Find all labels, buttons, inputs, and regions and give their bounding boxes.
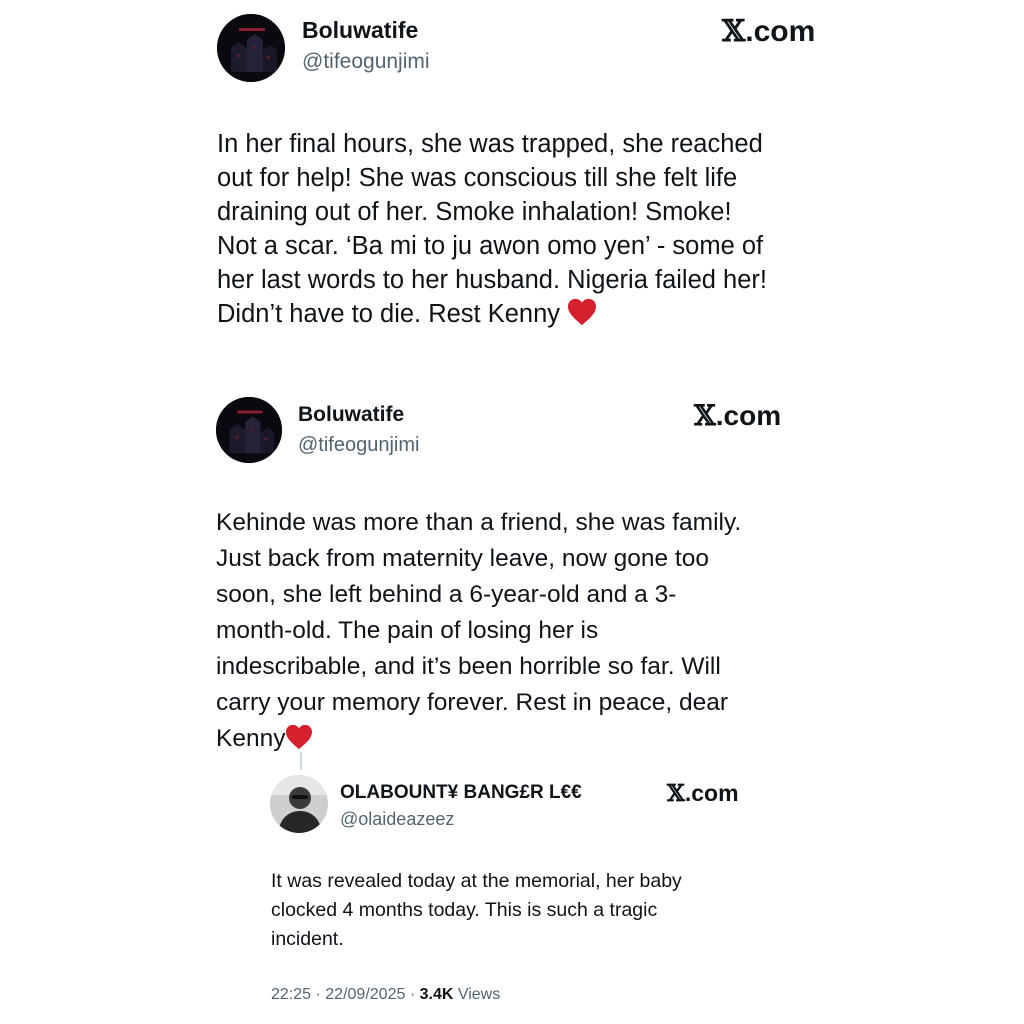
thread-connector xyxy=(300,752,302,770)
avatar[interactable] xyxy=(270,775,328,833)
grayscale-person-avatar-icon xyxy=(270,775,328,833)
author-handle[interactable]: @tifeogunjimi xyxy=(302,50,430,74)
dark-city-avatar-icon xyxy=(217,14,285,82)
source-domain: .com xyxy=(745,15,816,48)
author-handle[interactable]: @olaideazeez xyxy=(340,809,454,830)
tweet-time[interactable]: 22:25 xyxy=(271,986,311,1003)
author-name[interactable]: OLABOUNT¥ BANG£R L€€ xyxy=(340,782,582,804)
separator: · xyxy=(409,986,416,1003)
x-source-link[interactable]: 𝕏.com xyxy=(694,399,781,432)
x-logo-icon: 𝕏 xyxy=(667,780,685,807)
tweet-date[interactable]: 22/09/2025 xyxy=(325,986,405,1003)
views-count: 3.4K xyxy=(419,986,454,1003)
views-label: Views xyxy=(457,986,501,1003)
red-heart-icon xyxy=(568,298,597,326)
author-name[interactable]: Boluwatife xyxy=(302,17,418,44)
avatar[interactable] xyxy=(216,397,282,463)
x-source-link[interactable]: 𝕏.com xyxy=(722,14,815,49)
source-domain: .com xyxy=(715,400,782,431)
x-source-link[interactable]: 𝕏.com xyxy=(667,780,739,807)
separator: · xyxy=(315,986,321,1003)
tweet-metadata: 22:25 · 22/09/2025 · 3.4K Views xyxy=(271,986,500,1004)
tweet-text-content: Kehinde was more than a friend, she was … xyxy=(216,509,742,752)
author-handle[interactable]: @tifeogunjimi xyxy=(298,434,419,457)
avatar[interactable] xyxy=(217,14,285,82)
tweet-text-content: In her final hours, she was trapped, she… xyxy=(217,130,767,328)
author-name[interactable]: Boluwatife xyxy=(298,403,404,427)
x-logo-icon: 𝕏 xyxy=(722,14,746,49)
tweet-text: In her final hours, she was trapped, she… xyxy=(217,127,897,331)
tweet-text: It was revealed today at the memorial, h… xyxy=(271,870,682,950)
red-heart-icon xyxy=(286,724,313,750)
tweet-text: Kehinde was more than a friend, she was … xyxy=(216,505,856,757)
x-logo-icon: 𝕏 xyxy=(694,399,716,432)
source-domain: .com xyxy=(684,780,739,806)
dark-city-avatar-icon xyxy=(216,397,282,463)
